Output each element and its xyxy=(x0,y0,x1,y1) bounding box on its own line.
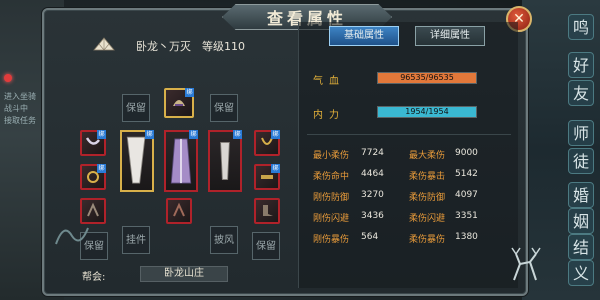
mp-label: 内力 xyxy=(313,110,345,121)
hp-value: 96535/96535 xyxy=(400,73,454,82)
wave-ornament-icon xyxy=(55,227,89,245)
side-menu-item-2[interactable]: 好 xyxy=(568,52,594,78)
equip-slot-right-1[interactable]: 绑 xyxy=(254,130,280,156)
game-screen: 进入坐骑 战斗中 接取任务 鸣 好 友 师 徒 婚 姻 结 义 查看属性 ✕ 卧… xyxy=(0,0,600,300)
character-equipment-area: 卧龙丶万灭 等级110 保留 绑 保留 绑 绑 绑 绑 绑 绑 绑 保留 挂件 … xyxy=(52,28,288,290)
hp-bar: 96535/96535 xyxy=(377,72,477,84)
stat-name: 刚伤闪避 xyxy=(313,214,350,224)
equip-slot-head[interactable]: 绑 xyxy=(164,88,194,118)
amulet-icon xyxy=(173,202,185,217)
equip-slot-pendant[interactable]: 挂件 xyxy=(122,226,150,254)
stat-value: 9000 xyxy=(455,148,478,158)
stat-value: 4464 xyxy=(361,169,384,179)
bound-tag: 绑 xyxy=(97,164,106,173)
stat-value: 3270 xyxy=(361,190,384,200)
fan-icon xyxy=(93,37,115,51)
stat-name: 柔伤命中 xyxy=(313,172,350,182)
equip-slot-left-2[interactable]: 绑 xyxy=(80,164,106,190)
equip-slot-reserved-bottom-right[interactable]: 保留 xyxy=(252,232,280,260)
stat-name: 柔伤闪避 xyxy=(409,214,446,224)
tab-basic-attributes[interactable]: 基础属性 xyxy=(329,26,399,46)
character-name: 卧龙丶万灭 xyxy=(136,40,191,53)
stat-name: 最小柔伤 xyxy=(313,151,350,161)
hp-label: 气血 xyxy=(313,76,345,87)
guild-row: 帮会: 卧龙山庄 xyxy=(82,266,282,284)
stat-value: 4097 xyxy=(455,190,478,200)
side-menu-item-7[interactable]: 姻 xyxy=(568,208,594,234)
stat-value: 564 xyxy=(361,232,379,242)
bound-tag: 绑 xyxy=(271,164,280,173)
attribute-stats-area: 基础属性 详细属性 气血 96535/96535 内力 1954/1954 最小… xyxy=(298,22,518,288)
stat-name: 刚伤暴伤 xyxy=(313,235,350,245)
background-text-3: 接取任务 xyxy=(4,116,36,125)
equip-slot-right-2[interactable]: 绑 xyxy=(254,164,280,190)
deer-ornament-icon xyxy=(511,247,541,281)
stat-value: 3436 xyxy=(361,211,384,221)
equip-slot-reserved-top-left[interactable]: 保留 xyxy=(122,94,150,122)
bound-tag: 绑 xyxy=(145,130,154,139)
bound-tag: 绑 xyxy=(189,130,198,139)
character-level: 等级110 xyxy=(202,40,245,53)
background-text-1: 进入坐骑 xyxy=(4,92,36,101)
stat-value: 7724 xyxy=(361,148,384,158)
side-menu-item-4[interactable]: 师 xyxy=(568,120,594,146)
equip-slot-amulet[interactable] xyxy=(166,198,192,224)
stat-value: 5142 xyxy=(455,169,478,179)
dagger-icon xyxy=(220,142,230,180)
tab-detailed-attributes[interactable]: 详细属性 xyxy=(415,26,485,46)
guild-name: 卧龙山庄 xyxy=(140,266,228,282)
notification-dot xyxy=(4,74,12,82)
mp-value: 1954/1954 xyxy=(405,107,449,116)
equip-slot-offhand[interactable]: 绑 xyxy=(208,130,242,192)
background-text-2: 战斗中 xyxy=(4,104,28,113)
stat-name: 最大柔伤 xyxy=(409,151,446,161)
bound-tag: 绑 xyxy=(185,88,194,97)
equip-slot-weapon[interactable]: 绑 xyxy=(120,130,154,192)
blade-icon xyxy=(126,136,146,184)
bound-tag: 绑 xyxy=(271,130,280,139)
stat-name: 柔伤暴伤 xyxy=(409,235,446,245)
side-menu-item-5[interactable]: 徒 xyxy=(568,148,594,174)
side-menu-item-9[interactable]: 义 xyxy=(568,260,594,286)
equip-slot-armor[interactable]: 绑 xyxy=(164,130,198,192)
side-menu-item-1[interactable]: 鸣 xyxy=(568,14,594,40)
side-menu-item-3[interactable]: 友 xyxy=(568,80,594,106)
stat-value: 3351 xyxy=(455,211,478,221)
stat-name: 刚伤防御 xyxy=(313,193,350,203)
side-menu-item-6[interactable]: 婚 xyxy=(568,182,594,208)
bound-tag: 绑 xyxy=(97,130,106,139)
side-menu-item-8[interactable]: 结 xyxy=(568,234,594,260)
mp-bar: 1954/1954 xyxy=(377,106,477,118)
equip-slot-right-3[interactable] xyxy=(254,198,280,224)
stat-name: 柔伤暴击 xyxy=(409,172,446,182)
stats-divider xyxy=(307,134,511,135)
equip-slot-reserved-top-right[interactable]: 保留 xyxy=(210,94,238,122)
bound-tag: 绑 xyxy=(233,130,242,139)
robe-icon xyxy=(170,138,192,184)
stat-name: 柔伤防御 xyxy=(409,193,446,203)
guild-label: 帮会: xyxy=(82,272,106,283)
equip-slot-cloak[interactable]: 披风 xyxy=(210,226,238,254)
equip-slot-left-1[interactable]: 绑 xyxy=(80,130,106,156)
boots-icon xyxy=(263,205,273,216)
stat-value: 1380 xyxy=(455,232,478,242)
